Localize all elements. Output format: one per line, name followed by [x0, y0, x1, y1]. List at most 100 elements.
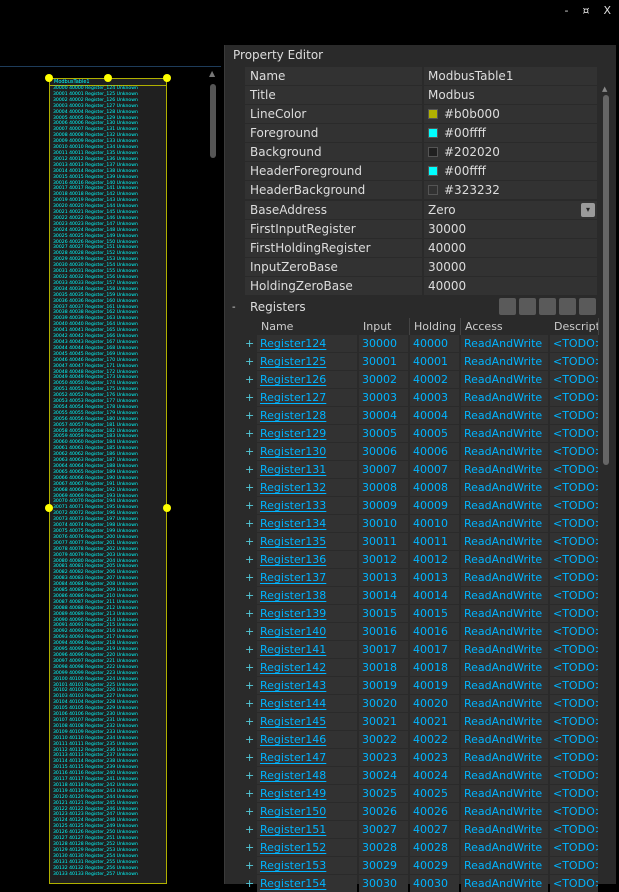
- register-name-cell[interactable]: Register141: [257, 641, 357, 658]
- register-holding-cell[interactable]: 40025: [410, 785, 459, 802]
- register-access-cell[interactable]: ReadAndWrite: [461, 785, 548, 802]
- register-holding-cell[interactable]: 40018: [410, 659, 459, 676]
- table-row[interactable]: +Register1403001640016ReadAndWrite<TODO>: [241, 623, 598, 640]
- register-name-cell[interactable]: Register148: [257, 767, 357, 784]
- register-holding-cell[interactable]: 40021: [410, 713, 459, 730]
- property-value[interactable]: 30000: [424, 220, 597, 238]
- table-row[interactable]: +Register1273000340003ReadAndWrite<TODO>: [241, 389, 598, 406]
- register-holding-cell[interactable]: 40006: [410, 443, 459, 460]
- remove-register-button[interactable]: [519, 298, 536, 315]
- register-description-cell[interactable]: <TODO>: [550, 623, 598, 640]
- register-holding-cell[interactable]: 40020: [410, 695, 459, 712]
- modbus-table-widget[interactable]: ModbusTable1 30000 40000 Register_124 Un…: [49, 78, 167, 884]
- register-input-cell[interactable]: 30027: [359, 821, 408, 838]
- register-holding-cell[interactable]: 40012: [410, 551, 459, 568]
- register-input-cell[interactable]: 30014: [359, 587, 408, 604]
- register-name-cell[interactable]: Register142: [257, 659, 357, 676]
- column-header-holding[interactable]: Holding: [410, 318, 461, 335]
- register-holding-cell[interactable]: 40024: [410, 767, 459, 784]
- table-row[interactable]: +Register1253000140001ReadAndWrite<TODO>: [241, 353, 598, 370]
- register-access-cell[interactable]: ReadAndWrite: [461, 803, 548, 820]
- register-description-cell[interactable]: <TODO>: [550, 371, 598, 388]
- register-holding-cell[interactable]: 40026: [410, 803, 459, 820]
- register-access-cell[interactable]: ReadAndWrite: [461, 461, 548, 478]
- register-description-cell[interactable]: <TODO>: [550, 551, 598, 568]
- expand-icon[interactable]: +: [245, 533, 257, 550]
- expand-icon[interactable]: +: [245, 407, 257, 424]
- register-input-cell[interactable]: 30029: [359, 857, 408, 874]
- register-input-cell[interactable]: 30015: [359, 605, 408, 622]
- register-holding-cell[interactable]: 40011: [410, 533, 459, 550]
- register-name-cell[interactable]: Register145: [257, 713, 357, 730]
- register-description-cell[interactable]: <TODO>: [550, 479, 598, 496]
- register-input-cell[interactable]: 30011: [359, 533, 408, 550]
- register-name-cell[interactable]: Register131: [257, 461, 357, 478]
- register-description-cell[interactable]: <TODO>: [550, 569, 598, 586]
- register-input-cell[interactable]: 30019: [359, 677, 408, 694]
- register-name-cell[interactable]: Register130: [257, 443, 357, 460]
- register-description-cell[interactable]: <TODO>: [550, 497, 598, 514]
- expand-icon[interactable]: +: [245, 425, 257, 442]
- register-access-cell[interactable]: ReadAndWrite: [461, 371, 548, 388]
- expand-icon[interactable]: +: [245, 353, 257, 370]
- register-name-cell[interactable]: Register133: [257, 497, 357, 514]
- expand-icon[interactable]: +: [245, 551, 257, 568]
- register-description-cell[interactable]: <TODO>: [550, 857, 598, 874]
- expand-icon[interactable]: +: [245, 623, 257, 640]
- table-row[interactable]: +Register1363001240012ReadAndWrite<TODO>: [241, 551, 598, 568]
- register-holding-cell[interactable]: 40010: [410, 515, 459, 532]
- expand-icon[interactable]: +: [245, 695, 257, 712]
- property-value[interactable]: 30000: [424, 258, 597, 276]
- register-holding-cell[interactable]: 40014: [410, 587, 459, 604]
- register-access-cell[interactable]: ReadAndWrite: [461, 623, 548, 640]
- table-row[interactable]: +Register1263000240002ReadAndWrite<TODO>: [241, 371, 598, 388]
- register-access-cell[interactable]: ReadAndWrite: [461, 605, 548, 622]
- register-name-cell[interactable]: Register150: [257, 803, 357, 820]
- register-input-cell[interactable]: 30024: [359, 767, 408, 784]
- register-holding-cell[interactable]: 40002: [410, 371, 459, 388]
- register-description-cell[interactable]: <TODO>: [550, 461, 598, 478]
- resize-handle-right[interactable]: [163, 504, 171, 512]
- register-access-cell[interactable]: ReadAndWrite: [461, 749, 548, 766]
- register-description-cell[interactable]: <TODO>: [550, 443, 598, 460]
- pe-scrollbar-thumb[interactable]: [603, 95, 609, 465]
- register-name-cell[interactable]: Register135: [257, 533, 357, 550]
- register-input-cell[interactable]: 30025: [359, 785, 408, 802]
- register-holding-cell[interactable]: 40017: [410, 641, 459, 658]
- register-holding-cell[interactable]: 40027: [410, 821, 459, 838]
- register-holding-cell[interactable]: 40003: [410, 389, 459, 406]
- register-input-cell[interactable]: 30004: [359, 407, 408, 424]
- register-access-cell[interactable]: ReadAndWrite: [461, 677, 548, 694]
- register-name-cell[interactable]: Register136: [257, 551, 357, 568]
- register-access-cell[interactable]: ReadAndWrite: [461, 479, 548, 496]
- table-row[interactable]: +Register1413001740017ReadAndWrite<TODO>: [241, 641, 598, 658]
- register-description-cell[interactable]: <TODO>: [550, 821, 598, 838]
- register-description-cell[interactable]: <TODO>: [550, 389, 598, 406]
- register-input-cell[interactable]: 30007: [359, 461, 408, 478]
- table-row[interactable]: +Register1433001940019ReadAndWrite<TODO>: [241, 677, 598, 694]
- register-access-cell[interactable]: ReadAndWrite: [461, 551, 548, 568]
- register-input-cell[interactable]: 30026: [359, 803, 408, 820]
- expand-icon[interactable]: +: [245, 749, 257, 766]
- expand-icon[interactable]: +: [245, 389, 257, 406]
- expand-icon[interactable]: +: [245, 659, 257, 676]
- register-input-cell[interactable]: 30023: [359, 749, 408, 766]
- register-access-cell[interactable]: ReadAndWrite: [461, 569, 548, 586]
- register-description-cell[interactable]: <TODO>: [550, 803, 598, 820]
- expand-icon[interactable]: +: [245, 479, 257, 496]
- column-header-access[interactable]: Access: [461, 318, 551, 335]
- register-name-cell[interactable]: Register129: [257, 425, 357, 442]
- table-row[interactable]: +Register1463002240022ReadAndWrite<TODO>: [241, 731, 598, 748]
- register-access-cell[interactable]: ReadAndWrite: [461, 713, 548, 730]
- expand-icon[interactable]: +: [245, 587, 257, 604]
- register-input-cell[interactable]: 30013: [359, 569, 408, 586]
- register-access-cell[interactable]: ReadAndWrite: [461, 335, 548, 352]
- property-value[interactable]: #202020: [424, 143, 597, 161]
- register-description-cell[interactable]: <TODO>: [550, 335, 598, 352]
- register-description-cell[interactable]: <TODO>: [550, 839, 598, 856]
- register-name-cell[interactable]: Register137: [257, 569, 357, 586]
- canvas-scroll-up-icon[interactable]: ▲: [209, 69, 215, 78]
- color-swatch-icon[interactable]: [428, 128, 438, 138]
- register-description-cell[interactable]: <TODO>: [550, 587, 598, 604]
- register-name-cell[interactable]: Register139: [257, 605, 357, 622]
